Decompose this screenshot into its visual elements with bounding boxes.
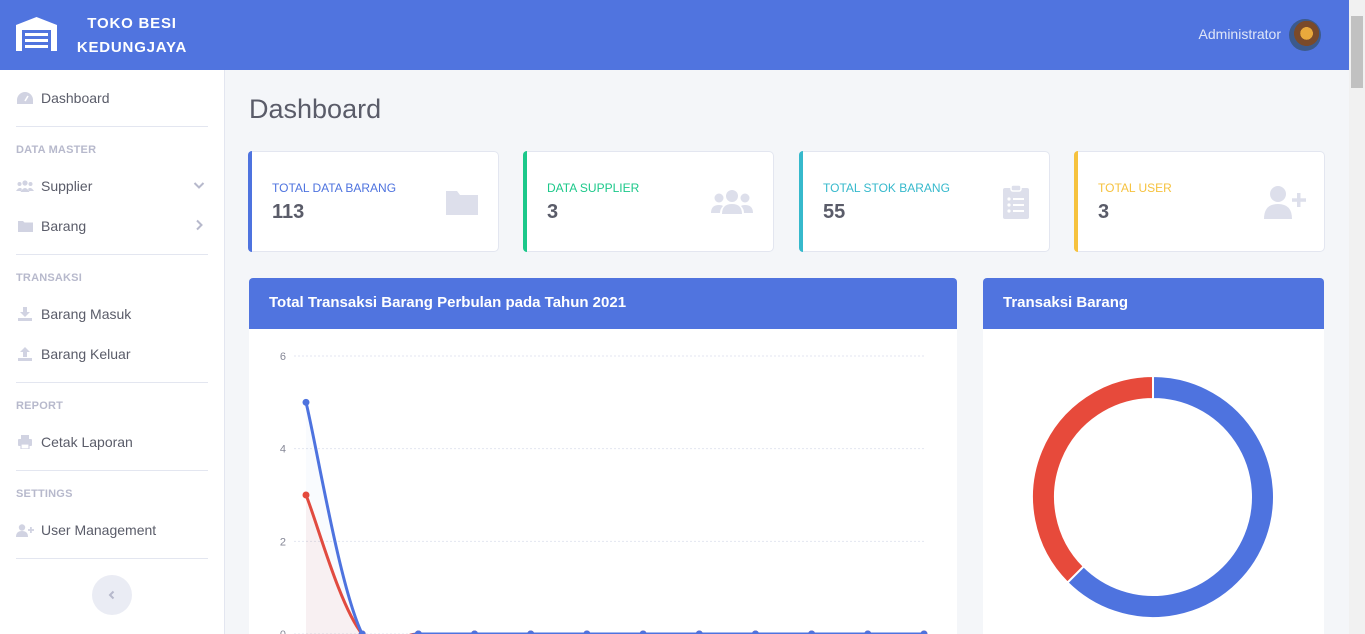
y-tick-label: 0 [280, 629, 286, 634]
card-accent [799, 151, 803, 252]
data-point[interactable] [751, 630, 759, 634]
sidebar-item-label: Barang Keluar [41, 346, 131, 362]
sidebar-item-label: Barang [41, 218, 87, 234]
sidebar-item-label: Dashboard [41, 90, 110, 106]
stat-label: DATA SUPPLIER [547, 181, 640, 195]
sidebar-item-label: Supplier [41, 178, 93, 194]
stat-value: 3 [547, 201, 559, 223]
heading-data-master: DATA MASTER [16, 144, 97, 156]
data-point[interactable] [302, 398, 310, 406]
series-area [306, 402, 924, 634]
data-point[interactable] [414, 630, 422, 634]
brand[interactable]: TOKO BESI KEDUNGJAYA [0, 0, 225, 70]
user-plus-icon [16, 523, 34, 537]
y-tick-label: 2 [280, 536, 286, 548]
divider [16, 558, 208, 559]
divider [16, 382, 208, 383]
chevron-down-icon [193, 182, 205, 189]
series-line [304, 494, 924, 634]
divider [16, 254, 208, 255]
stat-label: TOTAL DATA BARANG [272, 181, 397, 195]
sidebar-item-barang-keluar[interactable]: Barang Keluar [0, 334, 225, 374]
sidebar-item-barang[interactable]: Barang [0, 206, 225, 246]
stat-value: 55 [823, 201, 846, 223]
heading-transaksi: TRANSAKSI [16, 272, 82, 284]
data-point[interactable] [583, 630, 591, 634]
line-chart-panel: Total Transaksi Barang Perbulan pada Tah… [249, 278, 957, 634]
stat-value: 3 [1098, 201, 1110, 223]
line-chart: 6 4 2 0 [280, 351, 928, 634]
data-point[interactable] [695, 630, 703, 634]
sidebar: Dashboard DATA MASTER Supplier Barang TR… [0, 70, 225, 634]
sidebar-item-supplier[interactable]: Supplier [0, 166, 225, 206]
data-point[interactable] [471, 630, 479, 634]
stat-card-supplier: DATA SUPPLIER 3 [523, 151, 774, 252]
data-point[interactable] [808, 630, 816, 634]
series-line [304, 401, 924, 634]
sidebar-item-cetak-laporan[interactable]: Cetak Laporan [0, 422, 225, 462]
topbar: TOKO BESI KEDUNGJAYA Administrator [0, 0, 1349, 70]
users-icon [711, 190, 753, 214]
avatar[interactable] [1289, 19, 1321, 51]
brand-line2: KEDUNGJAYA [76, 39, 188, 56]
sidebar-item-label: Cetak Laporan [41, 434, 133, 450]
stat-label: TOTAL STOK BARANG [823, 181, 950, 195]
stat-card-total-barang: TOTAL DATA BARANG 113 [248, 151, 499, 252]
panel-title: Transaksi Barang [983, 278, 1324, 329]
tachometer-icon [16, 91, 34, 105]
sidebar-item-user-management[interactable]: User Management [0, 510, 225, 550]
donut-slice[interactable] [1031, 374, 1154, 584]
donut-chart-panel: Transaksi Barang [983, 278, 1324, 634]
heading-report: REPORT [16, 400, 64, 412]
scrollbar-thumb[interactable] [1351, 16, 1363, 88]
brand-line1: TOKO BESI [87, 15, 177, 32]
scrollbar[interactable] [1349, 0, 1365, 634]
upload-icon [16, 347, 34, 361]
divider [16, 470, 208, 471]
stat-value: 113 [272, 201, 305, 223]
warehouse-icon [16, 17, 57, 51]
card-accent [1074, 151, 1078, 252]
series-area [306, 495, 924, 634]
y-tick-label: 4 [280, 444, 286, 456]
download-icon [16, 307, 34, 321]
card-accent [523, 151, 527, 252]
folder-icon [16, 219, 34, 233]
page-title: Dashboard [249, 94, 382, 124]
card-accent [248, 151, 252, 252]
user-plus-icon [1264, 186, 1306, 219]
divider [16, 126, 208, 127]
y-tick-label: 6 [280, 351, 286, 363]
heading-settings: SETTINGS [16, 488, 73, 500]
stat-label: TOTAL USER [1098, 181, 1172, 195]
chevron-right-icon [196, 219, 203, 231]
stat-card-stok-barang: TOTAL STOK BARANG 55 [799, 151, 1050, 252]
users-icon [16, 179, 34, 193]
sidebar-item-label: User Management [41, 522, 157, 538]
sidebar-item-barang-masuk[interactable]: Barang Masuk [0, 294, 225, 334]
clipboard-list-icon [1003, 185, 1029, 219]
chevron-left-icon [108, 590, 115, 600]
data-point[interactable] [920, 630, 928, 634]
brand-name: TOKO BESI KEDUNGJAYA [72, 12, 192, 60]
print-icon [16, 435, 34, 449]
sidebar-item-label: Barang Masuk [41, 306, 132, 322]
panel-title: Total Transaksi Barang Perbulan pada Tah… [249, 278, 957, 329]
sidebar-item-dashboard[interactable]: Dashboard [0, 78, 225, 118]
donut-chart [1031, 374, 1275, 619]
data-point[interactable] [527, 630, 535, 634]
user-name[interactable]: Administrator [1199, 26, 1281, 42]
data-point[interactable] [864, 630, 872, 634]
stat-card-total-user: TOTAL USER 3 [1074, 151, 1325, 252]
folder-icon [446, 191, 478, 215]
data-point[interactable] [639, 630, 647, 634]
sidebar-toggle-button[interactable] [92, 575, 132, 615]
